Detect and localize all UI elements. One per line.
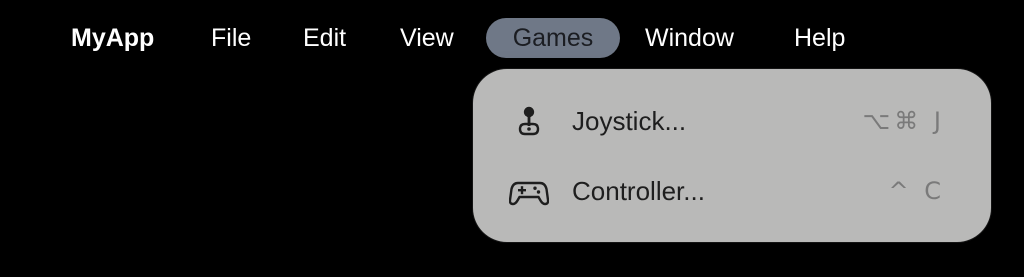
menu-games[interactable]: Games: [486, 18, 620, 58]
keyboard-shortcut: ⌥⌘ J: [862, 107, 945, 135]
keyboard-shortcut: ^ C: [888, 177, 945, 205]
menu-help[interactable]: Help: [794, 18, 845, 58]
menu-view[interactable]: View: [400, 18, 454, 58]
games-dropdown-menu: Joystick... ⌥⌘ J Controller... ^ C: [473, 69, 991, 242]
gamecontroller-icon: [508, 175, 550, 207]
menu-item-joystick[interactable]: Joystick... ⌥⌘ J: [473, 91, 991, 151]
app-menu[interactable]: MyApp: [71, 18, 154, 58]
menu-item-label: Joystick...: [572, 106, 687, 136]
menu-window[interactable]: Window: [645, 18, 734, 58]
menu-bar: MyApp File Edit View Games Window Help: [0, 0, 1024, 78]
menu-file[interactable]: File: [211, 18, 251, 58]
menu-item-controller[interactable]: Controller... ^ C: [473, 161, 991, 221]
menu-item-label: Controller...: [572, 176, 705, 206]
menu-edit[interactable]: Edit: [303, 18, 346, 58]
joystick-icon: [509, 105, 549, 137]
